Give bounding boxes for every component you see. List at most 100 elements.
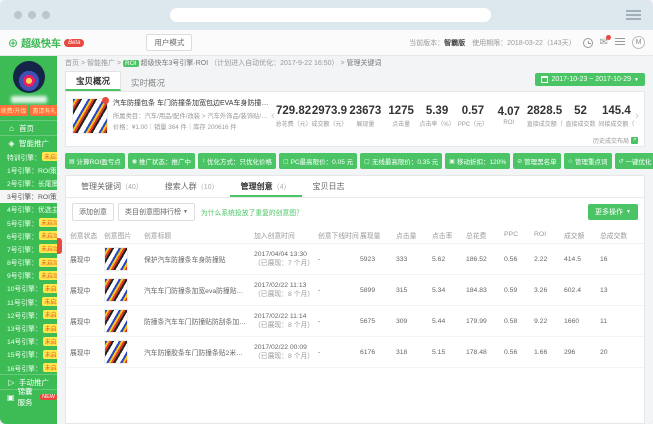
stat-impressions: 23673展现量 [347,105,383,128]
tab-audience[interactable]: 搜索人群（10） [154,176,230,197]
chevron-down-icon: ▼ [626,209,631,215]
breadcrumb-campaign[interactable]: 超级快车3号引擎·ROI [141,60,209,67]
sidebar-engine-9[interactable]: 9号引擎：未启动 [0,269,57,282]
one-click-optimize-button[interactable]: ↺一键优化 [615,153,653,169]
browser-chrome [0,0,653,30]
carousel-next-icon[interactable]: › [634,110,640,122]
sidebar-engine-14[interactable]: 14号引擎：未启动 [0,335,57,348]
sidebar-engine-3-active[interactable]: 3号引擎：ROI策略 [0,190,57,203]
product-meta: 价格：¥1.00｜销量 364 件｜库存 200616 件 [113,122,270,131]
tips-service-icon: ▣ [7,393,15,402]
not-started-badge: 未启动 [39,271,57,280]
renew-badge[interactable]: 续费/升级 [0,105,28,116]
breadcrumb-section[interactable]: 智能推广 [87,60,115,67]
sidebar-item-smart-promo[interactable]: ◈智能推广 [0,135,57,150]
roi-badge: ROI [123,60,139,67]
tab-keywords[interactable]: 管理关键词（40） [70,176,154,197]
table-row[interactable]: 展现中 汽车车门防撞条加宽eva防撞贴防擦撞痕车行 2017/02/22 11:… [66,275,644,306]
optimize-mode-button[interactable]: ↕优化方式：只优化价格 [198,153,276,169]
sidebar-engine-11[interactable]: 11号引擎：未启动 [0,295,57,308]
blacklist-button[interactable]: ⊘管理黑名单 [513,153,561,169]
sidebar-engine-4[interactable]: 4号引擎：优选主图 [0,203,57,216]
sidebar-engine-1[interactable]: 1号引擎：ROI策略 [0,163,57,176]
browser-menu-icon[interactable] [626,10,641,22]
creative-rank-button[interactable]: 类目创意图排行榜▼ [118,203,195,221]
mobile-discount-button[interactable]: ▣移动折扣：120% [445,153,510,169]
breadcrumb-home[interactable]: 首页 [65,60,79,67]
not-started-badge: 未启动 [43,337,57,346]
sidebar: 续费/升级 邀请有礼 ⌂首页 ◈智能推广 特训引擎：未启动 1号引擎：ROI策略… [0,56,57,424]
stat-total-cost: 729.82总花费（元） [276,105,312,128]
clock-icon[interactable] [583,38,593,48]
stat-gmv: 2973.9成交额（元） [312,105,348,128]
date-range-button[interactable]: 2017-10-23 ~ 2017-10-29 ▼ [535,73,645,86]
sidebar-engine-13[interactable]: 13号引擎：未启动 [0,321,57,334]
new-badge: NEW [40,394,57,400]
window-dot-icon[interactable] [42,11,50,19]
sidebar-engine-5[interactable]: 5号引擎：未启动 [0,216,57,229]
overview-tabs: 宝贝概况 实时概况 2017-10-23 ~ 2017-10-29 ▼ [57,71,653,91]
more-actions-button[interactable]: 更多操作▼ [588,204,638,220]
duplicate-creative-help-link[interactable]: 为什么系统投放了重复的创意图？ [201,207,303,217]
window-dot-icon[interactable] [14,11,22,19]
star-icon: ☆ [568,158,573,165]
table-row[interactable]: 展现中 保护汽车防撞条车身防撞贴 2017/04/04 13:30（已展现：7 … [66,244,644,275]
creative-image [104,340,128,364]
not-started-badge: 未启动 [43,363,57,372]
sidebar-engine-15[interactable]: 15号引擎：未启动 [0,348,57,361]
product-image [72,98,108,134]
not-started-badge: 未启动 [39,218,57,227]
key-words-button[interactable]: ☆管理重点词 [564,153,612,169]
app-logo-icon: ⊕ [8,37,18,49]
add-creative-button[interactable]: 添加创意 [72,203,114,221]
sidebar-engine-6[interactable]: 6号引擎：未启动 [0,229,57,242]
sidebar-engine-7[interactable]: 7号引擎：未启动 [0,242,57,255]
sidebar-engine-2[interactable]: 2号引擎：长尾策略 [0,176,57,189]
table-header: 创意状态创意图片 创意标题加入创意时间 创意下线时间展现量 点击量点击率 总花费… [66,226,644,244]
sidebar-engine-special[interactable]: 特训引擎：未启动 [0,150,57,163]
calc-roi-button[interactable]: ▤计算ROI盈亏点 [65,153,125,169]
sidebar-engine-8[interactable]: 8号引擎：未启动 [0,256,57,269]
tab-realtime-overview[interactable]: 实时概况 [121,74,175,91]
tab-creatives[interactable]: 管理创意（4） [230,176,302,197]
creative-title: 防撞条汽车车门防撞贴防刮条加厚防撞胶条 [144,316,254,326]
url-bar[interactable] [170,8,491,22]
stat-ctr: 5.39点击率（%） [419,105,455,128]
pc-price-cap-button[interactable]: ▢PC最高限价：0.05 元 [279,153,357,169]
panel-tabs: 管理关键词（40） 搜索人群（10） 管理创意（4） 宝贝日志 [66,176,644,198]
sidebar-item-home[interactable]: ⌂首页 [0,120,57,135]
sidebar-item-tips-service[interactable]: ▣锦囊服务NEW [0,389,57,404]
user-mode-button[interactable]: 用户模式 [146,34,192,51]
sidebar-engine-16[interactable]: 16号引擎：未启动 [0,361,57,374]
avatar[interactable]: M [632,36,645,49]
sidebar-engine-12[interactable]: 12号引擎：未启动 [0,308,57,321]
table-row[interactable]: 展现中 汽车防撞胶条车门防撞条贴2米车身车行 2017/02/22 00:09（… [66,337,644,368]
list-menu-icon[interactable] [615,38,625,47]
calendar-icon [541,76,548,83]
campaign-toolbar: ▤计算ROI盈亏点 ◉推广状态：推广中 ↕优化方式：只优化价格 ▢PC最高限价：… [65,153,645,169]
table-row[interactable]: 展现中 防撞条汽车车门防撞贴防刮条加厚防撞胶条 2017/02/22 11:14… [66,306,644,337]
not-started-badge: 未启动 [43,324,57,333]
mail-icon[interactable]: ✉ [600,38,608,48]
not-started-badge: 未启动 [43,284,57,293]
chevron-down-icon: ▼ [634,77,639,83]
sidebar-engine-10[interactable]: 10号引擎：未启动 [0,282,57,295]
discount-icon: ▣ [449,158,455,165]
promo-status-button[interactable]: ◉推广状态：推广中 [128,153,195,169]
feedback-tab[interactable] [57,238,62,254]
stat-clicks: 1275点击量 [383,105,419,128]
tab-item-log[interactable]: 宝贝日志 [302,176,356,197]
creative-actions: 添加创意 类目创意图排行榜▼ 为什么系统投放了重复的创意图？ 更多操作▼ [66,198,644,226]
app-window: ⊕ 超级快车 Beta 用户模式 当前版本：智霸版 使用期限：2018-03-2… [0,0,653,424]
stat-roi: 4.07ROI [491,106,527,126]
invite-badge[interactable]: 邀请有礼 [30,105,57,116]
tab-item-overview[interactable]: 宝贝概况 [65,71,121,91]
window-dot-icon[interactable] [28,11,36,19]
shop-logo [13,61,45,93]
creative-title: 汽车车门防撞条加宽eva防撞贴防擦撞痕车行 [144,285,254,295]
manual-promo-icon: ▷ [7,378,16,387]
creative-title: 保护汽车防撞条车身防撞贴 [144,254,254,264]
mobile-price-cap-button[interactable]: ▢无线最高限价：0.35 元 [360,153,442,169]
history-link[interactable]: 历史成交布局↗ [593,136,638,145]
main-content: 首页 > 智能推广 > ROI 超级快车3号引擎·ROI （计划进入自动优化：2… [57,56,653,424]
